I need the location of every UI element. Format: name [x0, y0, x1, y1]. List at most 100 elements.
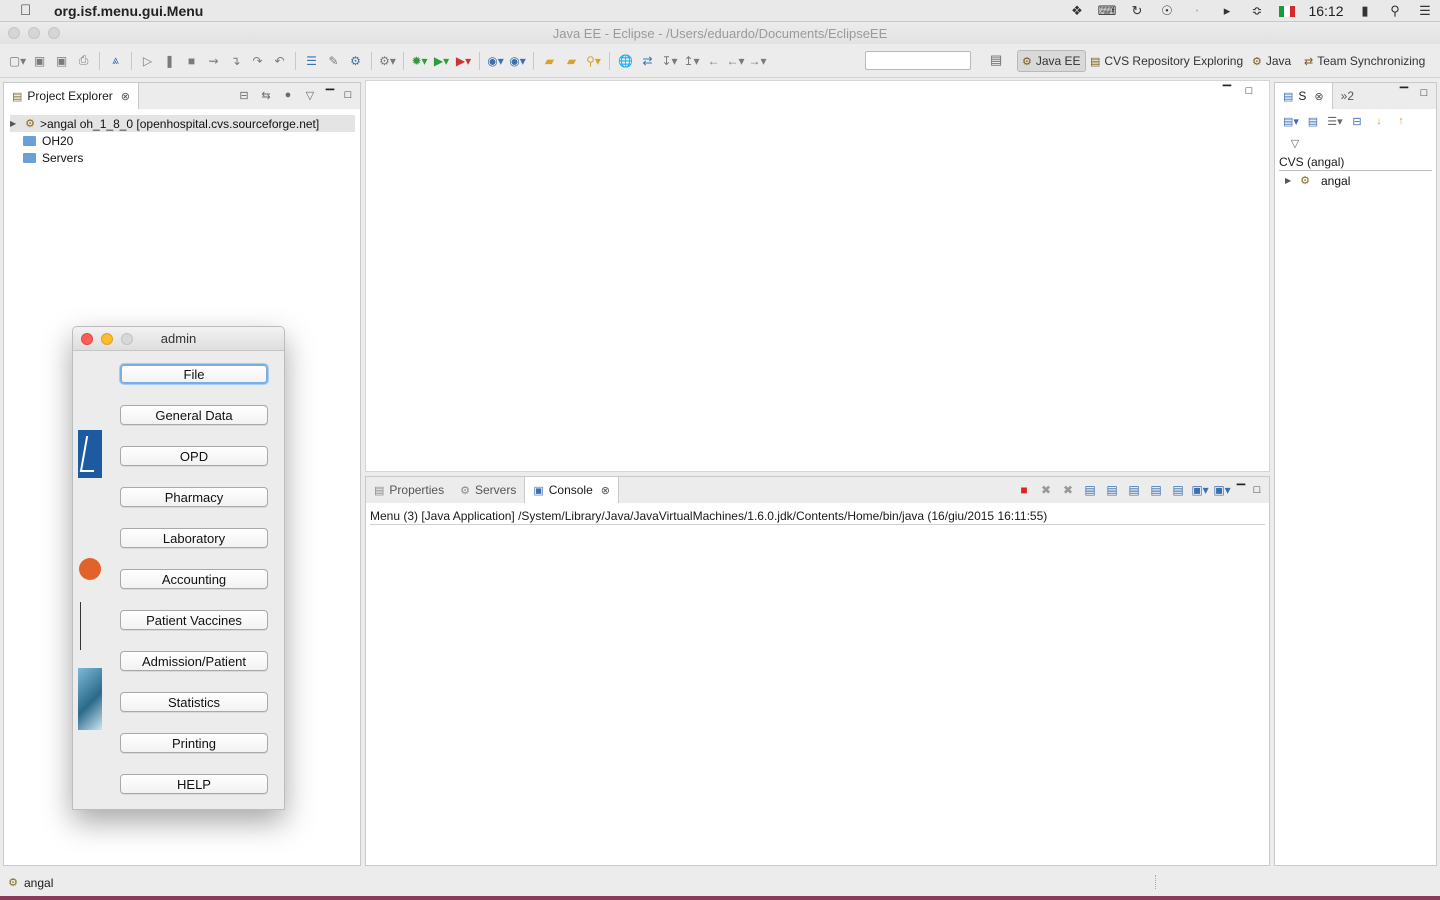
- overflow-views-button[interactable]: »2: [1333, 83, 1362, 109]
- input-source-flag-icon[interactable]: [1272, 0, 1302, 22]
- filter-icon[interactable]: ●: [280, 87, 296, 103]
- forward-icon[interactable]: →▾: [748, 52, 767, 70]
- next-annotation-icon[interactable]: ↧▾: [660, 52, 679, 70]
- close-tab-icon[interactable]: ⊗: [601, 484, 610, 497]
- open-repository-icon[interactable]: ▤: [1305, 113, 1321, 129]
- tab-project-explorer[interactable]: ▤ Project Explorer ⊗: [4, 83, 139, 109]
- tab-cvs-repositories[interactable]: ▤ S ⊗: [1275, 83, 1333, 109]
- tab-servers[interactable]: ⚙ Servers: [452, 477, 524, 503]
- show-stderr-icon[interactable]: ▤: [1147, 481, 1165, 499]
- minimize-window-button[interactable]: [101, 333, 113, 345]
- search-toolbar-icon[interactable]: ⚲▾: [584, 52, 603, 70]
- keyboard-icon[interactable]: ⌨: [1092, 0, 1122, 22]
- view-menu-icon[interactable]: ▽: [1287, 135, 1303, 151]
- admission-patient-button[interactable]: Admission/Patient: [120, 651, 268, 671]
- display-console-icon[interactable]: ▣▾: [1191, 481, 1209, 499]
- save-all-icon[interactable]: ▣: [52, 52, 71, 70]
- tree-item-oh20[interactable]: OH20: [10, 132, 355, 149]
- remove-all-terminated-icon[interactable]: ✖: [1059, 481, 1077, 499]
- dropbox-icon[interactable]: ❖: [1062, 0, 1092, 22]
- patient-vaccines-button[interactable]: Patient Vaccines: [120, 610, 268, 630]
- skip-breakpoints-icon[interactable]: ⩓: [106, 52, 125, 70]
- resume-icon[interactable]: ▷: [138, 52, 157, 70]
- minimize-view-icon[interactable]: ▔: [1235, 484, 1247, 497]
- build-icon[interactable]: ⚙▾: [378, 52, 397, 70]
- print-icon[interactable]: ⎙: [74, 52, 93, 70]
- disconnect-icon[interactable]: ⇝: [204, 52, 223, 70]
- minimize-window-button[interactable]: [28, 27, 40, 39]
- debug-icon[interactable]: ✹▾: [410, 52, 429, 70]
- laboratory-button[interactable]: Laboratory: [120, 528, 268, 548]
- forward-dropdown-icon[interactable]: ←▾: [726, 52, 745, 70]
- open-perspective-icon[interactable]: ▤: [990, 52, 1008, 70]
- cvs-tree-item-angal[interactable]: ▶ ⚙ angal: [1285, 172, 1350, 189]
- add-repository-icon[interactable]: ▤▾: [1283, 113, 1299, 129]
- menubar-clock[interactable]: 16:12: [1302, 3, 1350, 19]
- maximize-editor-icon[interactable]: □: [1243, 85, 1255, 97]
- tree-item-servers[interactable]: Servers: [10, 149, 355, 166]
- expand-arrow-icon[interactable]: ▶: [1285, 176, 1295, 185]
- perspective-java[interactable]: ⚙ Java: [1248, 50, 1295, 72]
- open-file-icon[interactable]: ▰: [562, 52, 581, 70]
- zoom-window-button[interactable]: [48, 27, 60, 39]
- maximize-view-icon[interactable]: □: [1418, 87, 1430, 99]
- clear-console-icon[interactable]: ▤: [1081, 481, 1099, 499]
- terminate-icon[interactable]: ■: [182, 52, 201, 70]
- step-into-icon[interactable]: ↴: [226, 52, 245, 70]
- close-tab-icon[interactable]: ⊗: [1314, 90, 1323, 103]
- previous-annotation-icon[interactable]: ↥▾: [682, 52, 701, 70]
- new-class-icon[interactable]: ◉▾: [508, 52, 527, 70]
- wifi-icon[interactable]: ≎: [1242, 0, 1272, 22]
- perspective-cvs-repository-exploring[interactable]: ▤ CVS Repository Exploring: [1086, 50, 1247, 72]
- pin-console-icon[interactable]: ▤: [1169, 481, 1187, 499]
- collapse-all-icon[interactable]: ⊟: [236, 87, 252, 103]
- admin-window-title-bar[interactable]: admin: [73, 327, 284, 351]
- scroll-lock-icon[interactable]: ▤: [1103, 481, 1121, 499]
- open-folder-icon[interactable]: ▰: [540, 52, 559, 70]
- tab-console[interactable]: ▣ Console ⊗: [524, 477, 619, 503]
- run-icon[interactable]: ▶▾: [432, 52, 451, 70]
- step-return-icon[interactable]: ↶: [270, 52, 289, 70]
- web-browser-icon[interactable]: 🌐: [616, 52, 635, 70]
- step-over-icon[interactable]: ↷: [248, 52, 267, 70]
- remove-launch-icon[interactable]: ✖: [1037, 481, 1055, 499]
- suspend-icon[interactable]: ❚: [160, 52, 179, 70]
- commit-icon[interactable]: ↑: [1393, 113, 1409, 129]
- new-server-icon[interactable]: ◉▾: [486, 52, 505, 70]
- accessibility-icon[interactable]: ☉: [1152, 0, 1182, 22]
- volume-icon[interactable]: ▸: [1212, 0, 1242, 22]
- close-tab-icon[interactable]: ⊗: [121, 90, 130, 103]
- open-type-icon[interactable]: ☰: [302, 52, 321, 70]
- minimize-view-icon[interactable]: ▔: [324, 89, 336, 102]
- accounting-button[interactable]: Accounting: [120, 569, 268, 589]
- perspective-team-synchronizing[interactable]: ⇄ Team Synchronizing: [1300, 50, 1429, 72]
- quick-access-input[interactable]: [865, 51, 971, 70]
- new-icon[interactable]: ▢▾: [8, 52, 27, 70]
- notification-center-icon[interactable]: ☰: [1410, 0, 1440, 22]
- collapse-all-icon[interactable]: ⊟: [1349, 113, 1365, 129]
- time-machine-icon[interactable]: ↻: [1122, 0, 1152, 22]
- external-tools-icon[interactable]: ▶▾: [454, 52, 473, 70]
- minimize-editor-icon[interactable]: ▔: [1221, 85, 1233, 98]
- show-stdout-icon[interactable]: ▤: [1125, 481, 1143, 499]
- general-data-button[interactable]: General Data: [120, 405, 268, 425]
- battery-icon[interactable]: ▮: [1350, 0, 1380, 22]
- tree-mode-icon[interactable]: ☰▾: [1327, 113, 1343, 129]
- close-window-button[interactable]: [81, 333, 93, 345]
- file-button[interactable]: File: [120, 364, 268, 384]
- checkout-icon[interactable]: ↓: [1371, 113, 1387, 129]
- close-window-button[interactable]: [8, 27, 20, 39]
- app-menu-name[interactable]: org.isf.menu.gui.Menu: [54, 3, 203, 19]
- opd-button[interactable]: OPD: [120, 446, 268, 466]
- save-icon[interactable]: ▣: [30, 52, 49, 70]
- minimize-view-icon[interactable]: ▔: [1398, 87, 1410, 100]
- spotlight-search-icon[interactable]: ⚲: [1380, 0, 1410, 22]
- synchronize-icon[interactable]: ⇄: [638, 52, 657, 70]
- server-icon[interactable]: ⚙: [346, 52, 365, 70]
- perspective-java-ee[interactable]: ⚙ Java EE: [1017, 50, 1086, 72]
- tree-item-angal[interactable]: ▶ ⚙ >angal oh_1_8_0 [openhospital.cvs.so…: [10, 115, 355, 132]
- link-with-editor-icon[interactable]: ⇆: [258, 87, 274, 103]
- bluetooth-icon[interactable]: ᛫: [1182, 0, 1212, 22]
- expand-arrow-icon[interactable]: ▶: [10, 119, 20, 128]
- maximize-view-icon[interactable]: □: [1251, 484, 1263, 496]
